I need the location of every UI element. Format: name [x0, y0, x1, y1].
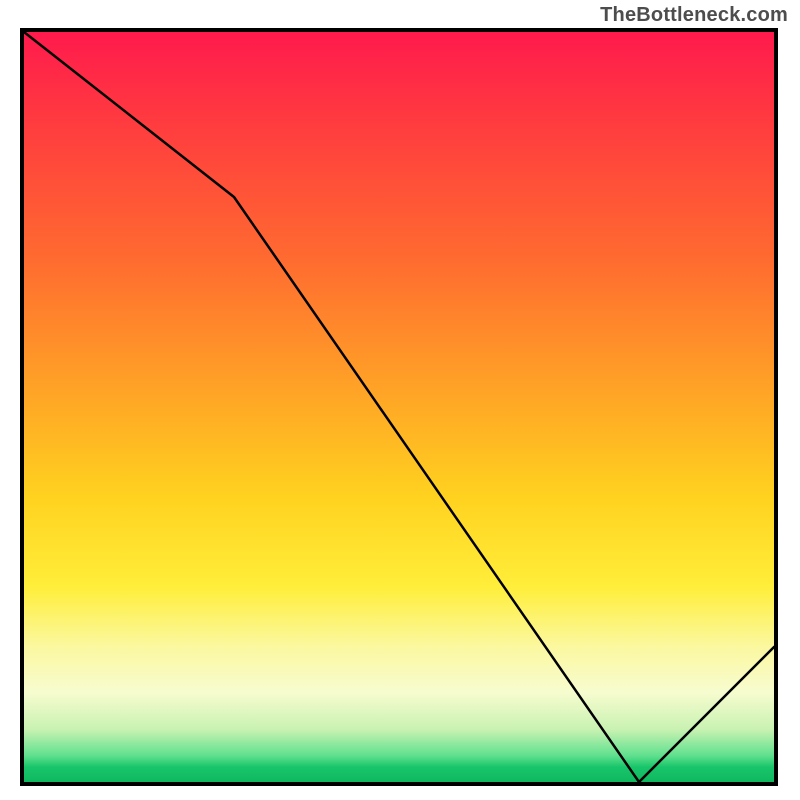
line-series	[24, 32, 774, 782]
chart-stage: TheBottleneck.com	[0, 0, 800, 800]
plot-area	[20, 28, 778, 786]
watermark-text: TheBottleneck.com	[600, 4, 788, 27]
